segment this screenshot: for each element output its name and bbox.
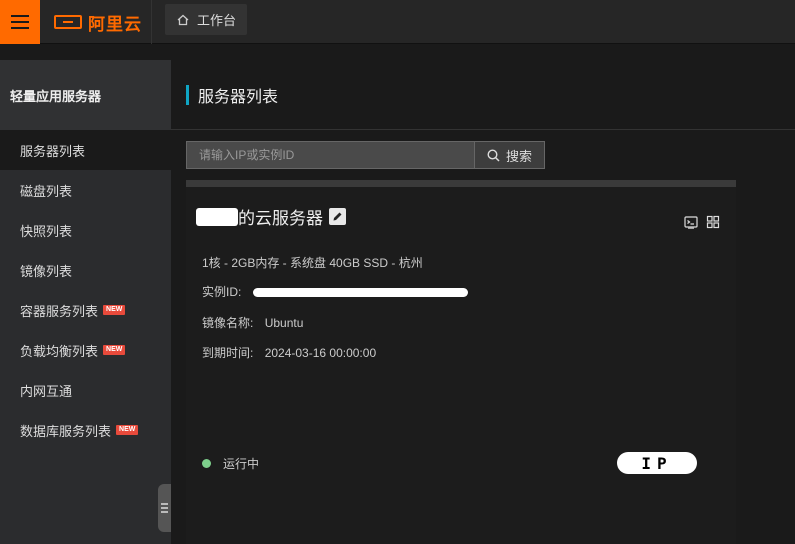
card-tools — [684, 215, 720, 229]
main-content: 服务器列表 搜索 的云服务器 — [171, 60, 795, 544]
new-badge: NEW — [116, 425, 139, 435]
sidebar-item-database-service[interactable]: 数据库服务列表 NEW — [0, 410, 171, 450]
search-icon — [487, 148, 500, 162]
edit-icon[interactable] — [329, 208, 346, 225]
workbench-button[interactable]: 工作台 — [165, 4, 247, 35]
redacted-name — [196, 207, 238, 226]
page-header: 服务器列表 — [171, 60, 795, 130]
status-indicator: 运行中 — [202, 455, 259, 472]
sidebar-item-server-list[interactable]: 服务器列表 — [0, 130, 171, 170]
aliyun-logo[interactable]: 阿里云 — [40, 0, 152, 44]
logo-mark-icon — [54, 15, 82, 29]
search-input[interactable] — [186, 141, 475, 169]
sidebar-item-intranet[interactable]: 内网互通 — [0, 370, 171, 410]
image-label: 镜像名称: — [202, 316, 254, 330]
workbench-label: 工作台 — [197, 13, 237, 28]
server-card[interactable]: 的云服务器 1核 - 2GB内存 - 系统盘 40GB SSD - 杭州 实例I… — [186, 180, 736, 544]
server-name: 的云服务器 — [238, 209, 323, 228]
redacted-ip: IP — [617, 452, 697, 474]
new-badge: NEW — [103, 305, 126, 315]
ip-mark: IP — [641, 453, 673, 473]
terminal-icon[interactable] — [684, 215, 698, 229]
redacted-instance-id — [252, 288, 468, 298]
instance-id-label: 实例ID: — [202, 285, 242, 299]
image-row: 镜像名称: Ubuntu — [202, 314, 303, 331]
collapse-icon — [161, 503, 168, 513]
sidebar-item-label: 数据库服务列表 — [20, 423, 112, 439]
sidebar-item-label: 负载均衡列表 — [20, 343, 99, 359]
sidebar-item-snapshot-list[interactable]: 快照列表 — [0, 210, 171, 250]
new-badge: NEW — [103, 345, 126, 355]
server-title-row: 的云服务器 — [196, 204, 346, 229]
sidebar-item-container-service[interactable]: 容器服务列表 NEW — [0, 290, 171, 330]
sidebar-item-load-balancer[interactable]: 负载均衡列表 NEW — [0, 330, 171, 370]
image-value: Ubuntu — [264, 316, 304, 330]
page-title: 服务器列表 — [198, 88, 279, 106]
sidebar-title: 轻量应用服务器 — [0, 60, 171, 130]
running-dot-icon — [202, 459, 211, 468]
menu-icon[interactable] — [0, 0, 40, 44]
status-text: 运行中 — [223, 457, 260, 471]
sidebar-collapse-handle[interactable] — [158, 484, 171, 532]
logo-text: 阿里云 — [88, 14, 142, 34]
title-accent-bar — [186, 84, 189, 105]
sidebar-item-label: 容器服务列表 — [20, 303, 99, 319]
expire-value: 2024-03-16 00:00:00 — [264, 346, 377, 360]
sidebar: 轻量应用服务器 服务器列表 磁盘列表 快照列表 镜像列表 容器服务列表 NEW … — [0, 60, 171, 544]
grid-icon[interactable] — [706, 215, 720, 229]
sidebar-item-label: 镜像列表 — [20, 263, 73, 279]
sidebar-item-label: 服务器列表 — [20, 143, 86, 159]
search-button[interactable]: 搜索 — [475, 141, 545, 169]
sidebar-item-label: 快照列表 — [20, 223, 73, 239]
instance-id-row: 实例ID: — [202, 283, 468, 300]
card-top-strip — [186, 180, 736, 187]
sidebar-item-image-list[interactable]: 镜像列表 — [0, 250, 171, 290]
server-spec: 1核 - 2GB内存 - 系统盘 40GB SSD - 杭州 — [202, 256, 423, 270]
sidebar-item-label: 内网互通 — [20, 383, 73, 399]
search-bar: 搜索 — [186, 141, 545, 169]
sidebar-item-label: 磁盘列表 — [20, 183, 73, 199]
expire-row: 到期时间: 2024-03-16 00:00:00 — [202, 344, 376, 361]
expire-label: 到期时间: — [202, 346, 254, 360]
search-button-label: 搜索 — [505, 148, 532, 164]
top-bar: 阿里云 工作台 — [0, 0, 795, 44]
home-icon — [177, 14, 189, 25]
sidebar-item-disk-list[interactable]: 磁盘列表 — [0, 170, 171, 210]
